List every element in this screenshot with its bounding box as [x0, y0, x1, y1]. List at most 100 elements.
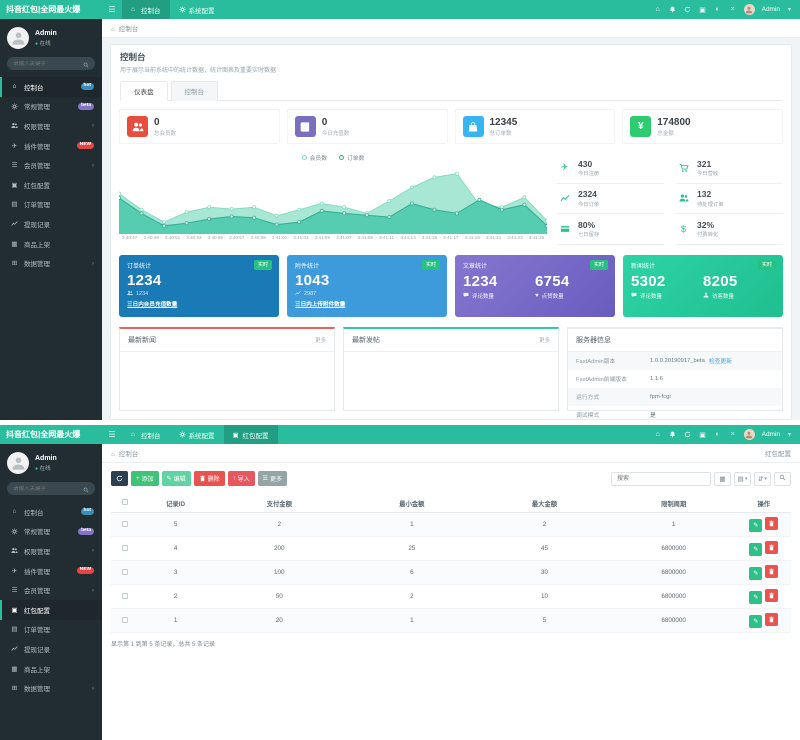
sidebar-item-订单管理[interactable]: ▤订单管理 [0, 620, 102, 640]
column-header-最小金额[interactable]: 最小金额 [346, 494, 479, 513]
row-edit-button[interactable]: ✎ [749, 591, 762, 604]
sidebar-item-权限管理[interactable]: 权限管理› [0, 541, 102, 561]
row-delete-button[interactable] [765, 613, 778, 626]
realtime-badge[interactable]: 实时 [422, 260, 440, 270]
sidebar-item-数据管理[interactable]: ⊞数据管理› [0, 253, 102, 273]
column-header-支付金额[interactable]: 支付金额 [213, 494, 346, 513]
row-delete-button[interactable] [765, 517, 778, 530]
sidebar-search-input[interactable] [13, 486, 81, 492]
intro-tab-仪表盘[interactable]: 仪表盘 [120, 81, 168, 101]
column-header-操作[interactable]: 操作 [737, 494, 791, 513]
sidebar-item-商品上架[interactable]: ▦商品上架 [0, 659, 102, 679]
avatar[interactable] [744, 429, 755, 440]
sidebar-item-提现记录[interactable]: 提现记录 [0, 639, 102, 659]
close-icon[interactable]: × [729, 431, 737, 439]
select-all-checkbox[interactable] [122, 499, 128, 505]
box-footer-link[interactable]: 三日内会员充值数量 [127, 300, 271, 308]
contrast-icon[interactable]: ◐ [714, 6, 722, 14]
row-delete-button[interactable] [765, 589, 778, 602]
row-edit-button[interactable]: ✎ [749, 543, 762, 556]
header-tab-控制台[interactable]: ⌂控制台 [122, 425, 170, 444]
clipboard-tool-button[interactable]: ▦ [714, 472, 731, 486]
avatar[interactable] [7, 27, 29, 49]
box-footer-link[interactable]: 三日内上传附件数量 [295, 300, 439, 308]
avatar[interactable] [7, 452, 29, 474]
box-subvalue-text: 2987 [304, 291, 316, 297]
legend-item-会员数[interactable]: 会员数 [302, 153, 327, 162]
sidebar-item-常规管理[interactable]: 常规管理beta [0, 522, 102, 542]
row-checkbox[interactable] [122, 545, 128, 551]
row-edit-button[interactable]: ✎ [749, 567, 762, 580]
row-delete-button[interactable] [765, 541, 778, 554]
row-edit-button[interactable]: ✎ [749, 519, 762, 532]
refresh-icon[interactable] [684, 6, 692, 14]
more-link[interactable]: 更多 [315, 336, 326, 344]
sidebar-item-红包配置[interactable]: ▣红包配置 [0, 175, 102, 195]
row-checkbox[interactable] [122, 617, 128, 623]
column-header-限制周期[interactable]: 限制周期 [611, 494, 737, 513]
sidebar-item-权限管理[interactable]: 权限管理› [0, 116, 102, 136]
sidebar-item-控制台[interactable]: ⌂控制台hot [0, 502, 102, 522]
refresh-icon[interactable] [684, 431, 692, 439]
avatar[interactable] [744, 4, 755, 15]
intro-tab-控制台[interactable]: 控制台 [171, 81, 219, 101]
row-edit-button[interactable]: ✎ [749, 615, 762, 628]
header-tab-系统配置[interactable]: 系统配置 [170, 425, 224, 444]
row-checkbox[interactable] [122, 521, 128, 527]
breadcrumb-label[interactable]: 控制台 [119, 26, 139, 33]
row-checkbox[interactable] [122, 593, 128, 599]
realtime-badge[interactable]: 实时 [590, 260, 608, 270]
sidebar-item-常规管理[interactable]: 常规管理beta [0, 97, 102, 117]
more-button[interactable]: ☰更多 [258, 471, 287, 486]
column-header-记录ID[interactable]: 记录ID [138, 494, 213, 513]
sidebar-item-订单管理[interactable]: ▤订单管理 [0, 195, 102, 215]
sidebar-item-控制台[interactable]: ⌂控制台hot [0, 77, 102, 97]
header-tab-控制台[interactable]: ⌂控制台 [122, 0, 170, 19]
import-button[interactable]: ↑导入 [228, 471, 255, 486]
sidebar-item-红包配置[interactable]: ▣红包配置 [0, 600, 102, 620]
refresh-button[interactable] [111, 471, 128, 486]
check-update-link[interactable]: 检查更新 [709, 356, 732, 365]
columns-tool-button[interactable]: ▤▾ [734, 472, 751, 486]
brand-logo[interactable]: 抖音红包|全网最火爆 [0, 429, 102, 440]
edit-button[interactable]: ✎编辑 [162, 471, 191, 486]
realtime-badge[interactable]: 实时 [254, 260, 272, 270]
search-tool-button[interactable] [774, 472, 791, 486]
sidebar-item-label: 常规管理 [24, 101, 50, 111]
user-menu[interactable]: Admin [762, 6, 780, 13]
sidebar-search-input[interactable] [13, 61, 81, 67]
add-button[interactable]: +添加 [131, 471, 159, 486]
more-link[interactable]: 更多 [539, 336, 550, 344]
bell-icon[interactable] [669, 6, 677, 14]
close-icon[interactable]: × [729, 6, 737, 14]
home-icon[interactable]: ⌂ [654, 431, 662, 439]
menu-toggle-icon[interactable]: ☰ [102, 5, 122, 14]
realtime-badge[interactable]: 实时 [758, 260, 776, 270]
column-header-最大金额[interactable]: 最大金额 [478, 494, 611, 513]
sidebar-item-会员管理[interactable]: ☰会员管理› [0, 155, 102, 175]
sidebar-item-数据管理[interactable]: ⊞数据管理› [0, 678, 102, 698]
menu-toggle-icon[interactable]: ☰ [102, 430, 122, 439]
legend-item-订单数[interactable]: 订单数 [339, 153, 364, 162]
export-tool-button[interactable]: ⇵▾ [754, 472, 771, 486]
sidebar-item-插件管理[interactable]: ✈插件管理NEW [0, 136, 102, 156]
header-tab-系统配置[interactable]: 系统配置 [170, 0, 224, 19]
sidebar-item-商品上架[interactable]: ▦商品上架 [0, 234, 102, 254]
user-menu[interactable]: Admin [762, 431, 780, 438]
search-input[interactable] [611, 472, 711, 486]
brand-logo[interactable]: 抖音红包|全网最火爆 [0, 4, 102, 15]
delete-button[interactable]: 删除 [194, 471, 225, 486]
legend-label: 会员数 [310, 153, 327, 162]
grid-icon[interactable]: ▣ [699, 6, 707, 14]
home-icon[interactable]: ⌂ [654, 6, 662, 14]
sidebar-item-插件管理[interactable]: ✈插件管理NEW [0, 561, 102, 581]
row-checkbox[interactable] [122, 569, 128, 575]
sidebar-item-会员管理[interactable]: ☰会员管理› [0, 580, 102, 600]
row-delete-button[interactable] [765, 565, 778, 578]
bell-icon[interactable] [669, 431, 677, 439]
header-tab-红包配置[interactable]: ▣红包配置 [224, 425, 278, 444]
sidebar-item-提现记录[interactable]: 提现记录 [0, 214, 102, 234]
breadcrumb-label[interactable]: 控制台 [119, 451, 139, 458]
contrast-icon[interactable]: ◐ [714, 431, 722, 439]
grid-icon[interactable]: ▣ [699, 431, 707, 439]
